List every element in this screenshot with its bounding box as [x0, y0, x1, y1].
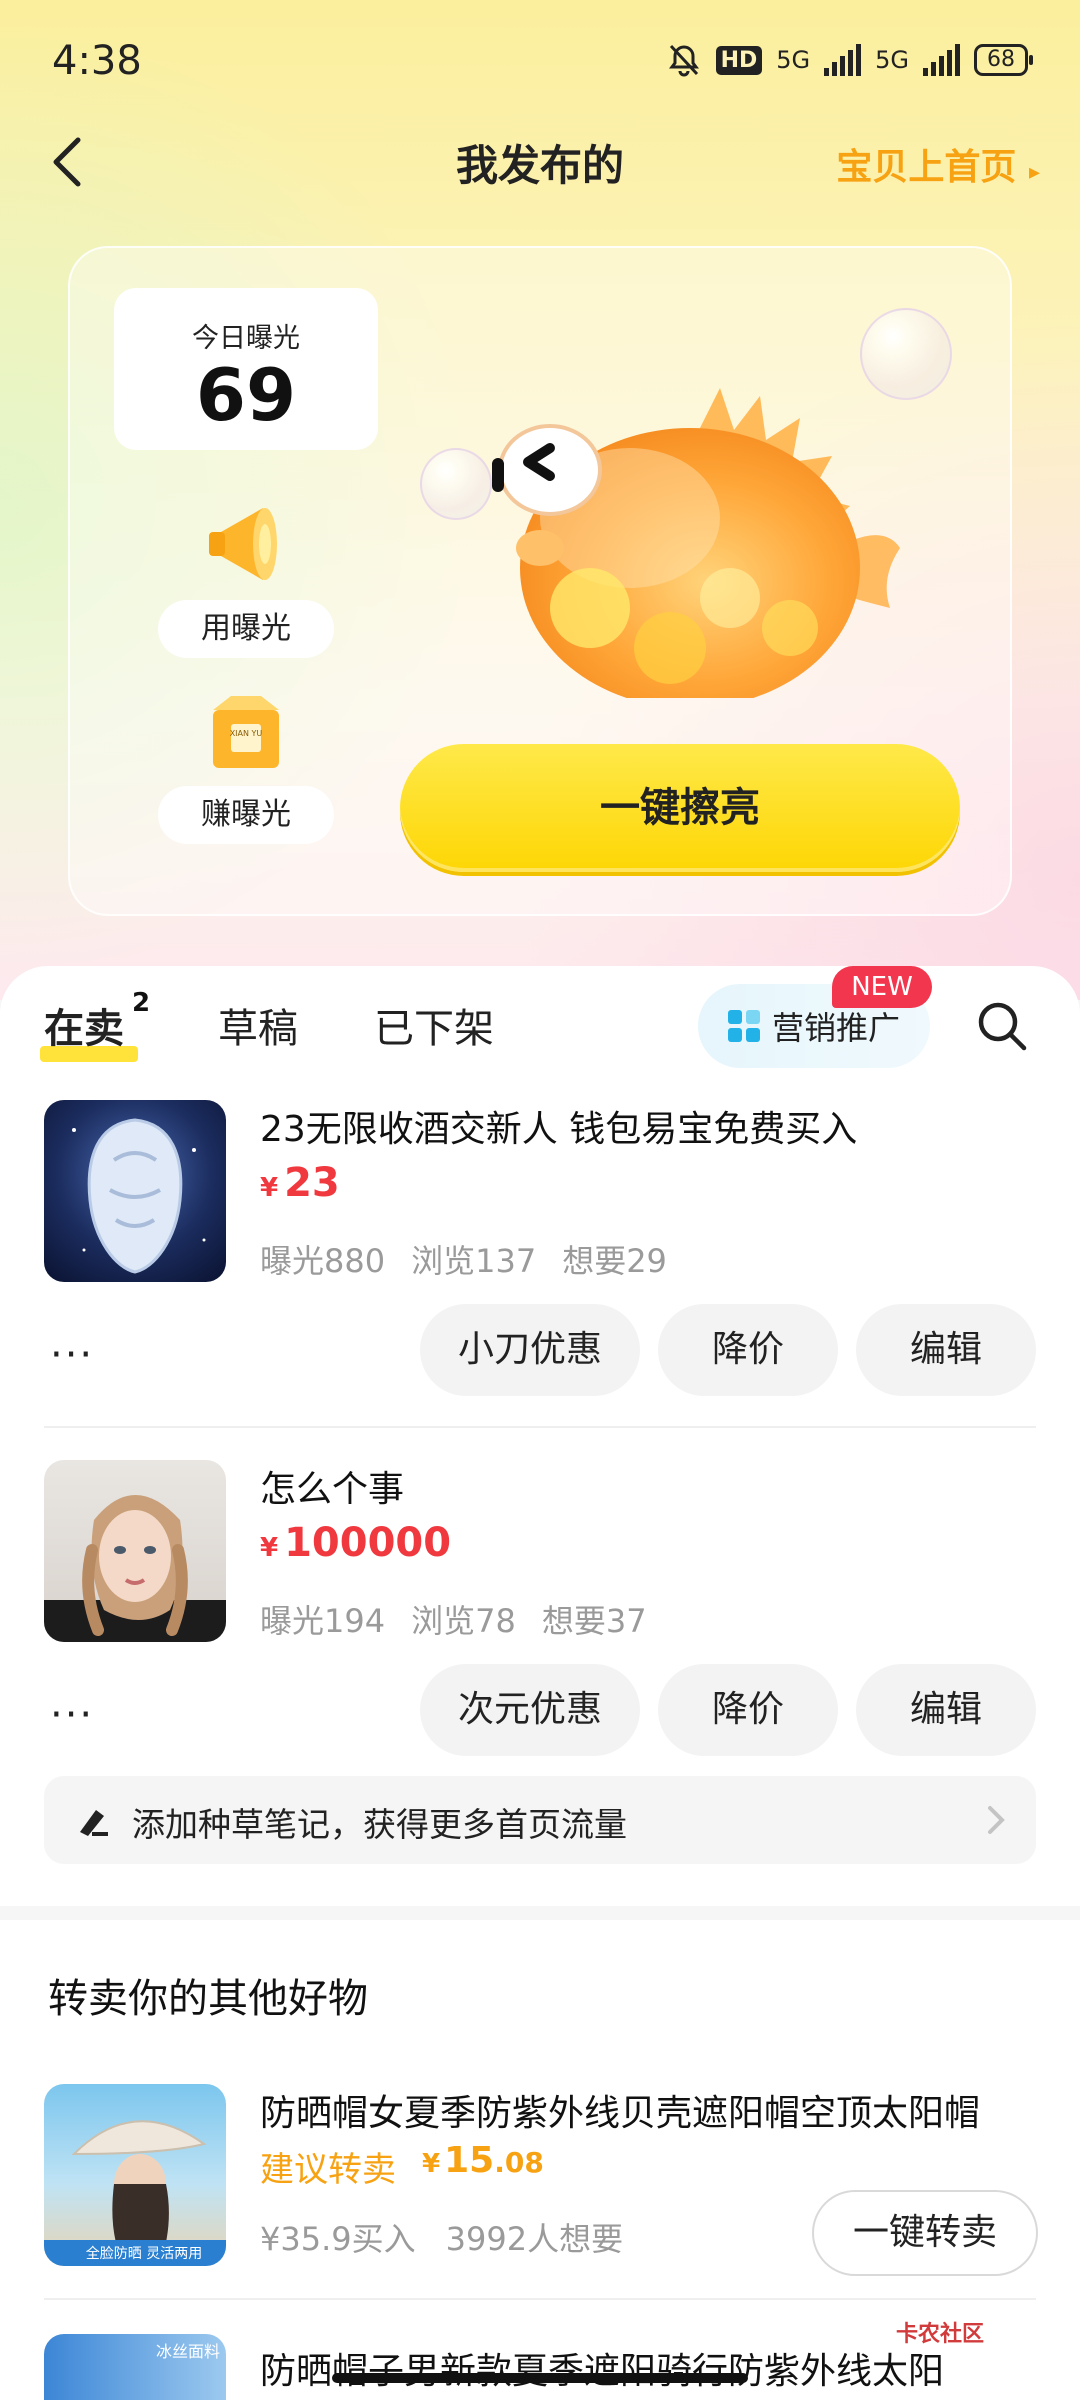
watermark: 卡农社区	[896, 2322, 985, 2347]
listing-stats: 曝光880 浏览137 想要29	[260, 1236, 693, 1282]
megaphone-icon	[209, 508, 277, 580]
knife-discount-button[interactable]: 小刀优惠	[420, 1304, 640, 1396]
marketing-promo-label: 营销推广	[771, 1009, 900, 1047]
battery-icon: 68	[974, 44, 1033, 76]
edit-button[interactable]: 编辑	[856, 1664, 1036, 1756]
resell-thumbnail: 冰丝面料	[44, 2334, 226, 2400]
price-value: 100000	[284, 1520, 452, 1566]
view-count: 浏览78	[411, 1602, 516, 1640]
tab-selling-count: 2	[132, 988, 151, 1018]
price-decimal: .08	[494, 2146, 544, 2179]
resell-item[interactable]: 全脸防晒 灵活两用 防晒帽女夏季防紫外线贝壳遮阳帽空顶太阳帽 建议转卖 ¥15.…	[0, 2084, 1080, 2294]
listing-thumbnail	[44, 1460, 226, 1642]
exposure-card: 今日曝光 69 用曝光 XIAN YU 赚曝光 一键擦亮	[68, 246, 1012, 916]
listing-item[interactable]: 怎么个事 ¥100000 曝光194 浏览78 想要37 ··· 次元优惠 降价 编…	[0, 1460, 1080, 1760]
one-tap-resell-button[interactable]: 一键转卖	[812, 2190, 1038, 2276]
listings-panel: 在卖 2 草稿 已下架 营销推广 NEW 23无限收酒交新人 钱包易宝免费买入 …	[0, 966, 1080, 1906]
box-label: XIAN YU	[230, 729, 263, 738]
one-tap-polish-button[interactable]: 一键擦亮	[400, 744, 960, 872]
feature-on-homepage-link[interactable]: 宝贝上首页 ▸	[836, 138, 1040, 190]
more-options-icon[interactable]: ···	[50, 1332, 94, 1378]
want-count: 想要29	[562, 1242, 667, 1280]
status-bar: 4:38 HD 5G 5G 68	[0, 0, 1080, 120]
currency-symbol: ¥	[260, 1173, 279, 1203]
network-label-1: 5G	[776, 46, 811, 74]
status-time: 4:38	[52, 38, 142, 84]
anime-discount-button[interactable]: 次元优惠	[420, 1664, 640, 1756]
suggest-resell-label: 建议转卖	[260, 2150, 396, 2190]
tab-drafts[interactable]: 草稿	[218, 996, 298, 1054]
hd-voice-icon: HD	[715, 45, 763, 75]
resell-item-title: 防晒帽子男新款夏季遮阳骑行防紫外线太阳	[260, 2351, 945, 2392]
edit-button[interactable]: 编辑	[856, 1304, 1036, 1396]
listing-title: 23无限收酒交新人 钱包易宝免费买入	[260, 1109, 858, 1150]
thumb-caption: 全脸防晒 灵活两用	[86, 2245, 202, 2262]
signal-icon	[824, 44, 862, 76]
divider	[44, 2298, 1036, 2300]
status-icons: HD 5G 5G 68	[666, 42, 1033, 78]
want-count: 3992人想要	[445, 2220, 624, 2258]
thumb-tag: 冰丝面料	[155, 2342, 220, 2361]
listing-title: 怎么个事	[260, 1469, 405, 1510]
more-options-icon[interactable]: ···	[50, 1692, 94, 1738]
resell-section-title: 转卖你的其他好物	[48, 1976, 368, 2022]
add-note-banner[interactable]: 添加种草笔记，获得更多首页流量	[44, 1776, 1036, 1864]
use-exposure-label: 用曝光	[158, 600, 334, 658]
listing-thumbnail	[44, 1100, 226, 1282]
divider	[44, 1426, 1036, 1428]
reduce-price-button[interactable]: 降价	[658, 1304, 838, 1396]
currency-symbol: ¥	[422, 2149, 441, 2179]
today-exposure-box: 今日曝光 69	[114, 288, 378, 450]
currency-symbol: ¥	[260, 1533, 279, 1563]
exposure-count: 曝光194	[260, 1602, 386, 1640]
add-note-text: 添加种草笔记，获得更多首页流量	[132, 1805, 627, 1844]
home-indicator[interactable]	[332, 2373, 748, 2383]
suggested-price: ¥15.08	[422, 2140, 544, 2181]
reduce-price-button[interactable]: 降价	[658, 1664, 838, 1756]
search-icon[interactable]	[972, 996, 1032, 1056]
today-exposure-label: 今日曝光	[192, 323, 300, 354]
listing-price: ¥100000	[260, 1520, 451, 1566]
mute-bell-icon	[668, 44, 699, 77]
listing-item[interactable]: 23无限收酒交新人 钱包易宝免费买入 ¥23 曝光880 浏览137 想要29 ··…	[0, 1100, 1080, 1400]
new-badge: NEW	[832, 966, 932, 1008]
nav-bar: 我发布的 宝贝上首页 ▸	[0, 120, 1080, 202]
view-count: 浏览137	[411, 1242, 537, 1280]
exposure-count: 曝光880	[260, 1242, 386, 1280]
portrait-photo	[44, 1495, 226, 1642]
box-icon: XIAN YU	[213, 696, 279, 768]
listing-price: ¥23	[260, 1160, 340, 1206]
earn-exposure-label: 赚曝光	[158, 786, 334, 844]
jade-pendant-image	[72, 1118, 206, 1274]
chevron-right-icon	[988, 1806, 1005, 1834]
tab-selling-label: 在卖	[44, 1006, 124, 1052]
earn-exposure-button[interactable]: XIAN YU 赚曝光	[158, 680, 334, 844]
tab-removed[interactable]: 已下架	[374, 996, 494, 1054]
chevron-right-icon: ▸	[1028, 160, 1040, 185]
sun-hat-photo: 全脸防晒 灵活两用	[44, 2120, 226, 2266]
bought-price: ¥35.9买入	[260, 2220, 416, 2258]
apps-grid-icon	[727, 1010, 760, 1042]
resell-thumbnail: 全脸防晒 灵活两用	[44, 2084, 226, 2266]
listing-tabs: 在卖 2 草稿 已下架 营销推广 NEW	[0, 966, 1080, 1086]
listing-stats: 曝光194 浏览78 想要37	[260, 1596, 673, 1642]
resell-stats: ¥35.9买入 3992人想要	[260, 2214, 653, 2260]
price-integer: 15	[444, 2140, 495, 2181]
use-exposure-button[interactable]: 用曝光	[158, 494, 334, 658]
pen-icon	[80, 1810, 108, 1836]
today-exposure-value: 69	[195, 353, 297, 437]
fish-mascot-illustration	[492, 388, 900, 698]
tab-selling[interactable]: 在卖	[44, 996, 124, 1054]
signal-icon	[923, 44, 960, 76]
price-value: 23	[284, 1160, 340, 1206]
feature-on-homepage-label: 宝贝上首页	[836, 147, 1017, 188]
resell-item-title: 防晒帽女夏季防紫外线贝壳遮阳帽空顶太阳帽	[260, 2093, 981, 2134]
network-label-2: 5G	[875, 46, 909, 74]
want-count: 想要37	[541, 1602, 647, 1640]
